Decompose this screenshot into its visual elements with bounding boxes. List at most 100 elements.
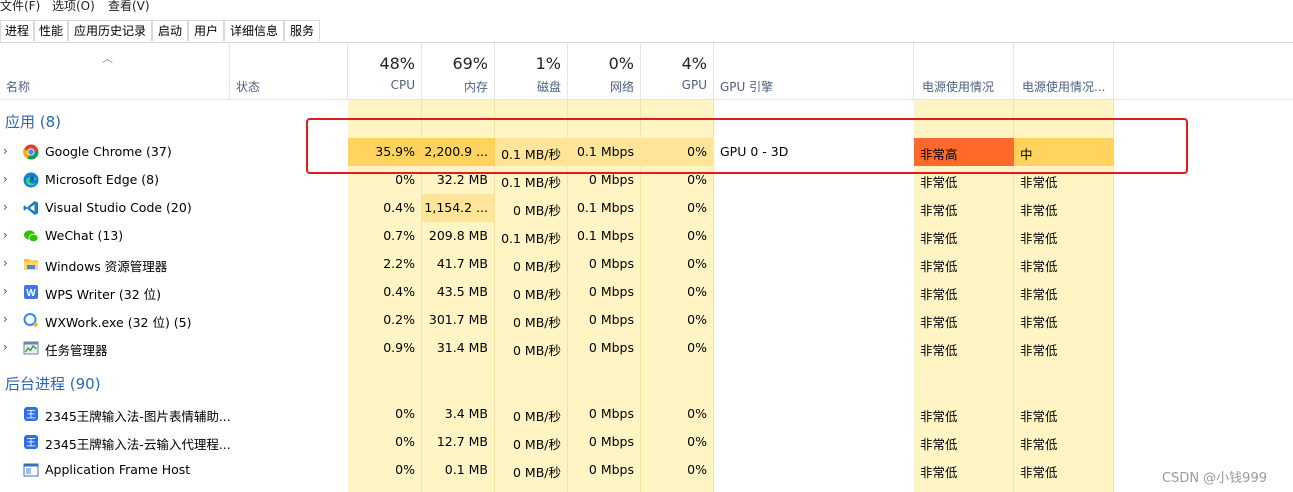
memory-value: 1,154.2 ... xyxy=(424,200,488,215)
header-network-label: 网络 xyxy=(609,80,634,94)
memory-value: 12.7 MB xyxy=(436,434,488,449)
network-total-percent: 0% xyxy=(608,54,634,73)
chevron-right-icon[interactable]: › xyxy=(3,284,8,298)
chevron-right-icon[interactable]: › xyxy=(3,312,8,326)
header-gpu-engine[interactable]: GPU 引擎 xyxy=(714,42,914,100)
disk-value: 0 MB/秒 xyxy=(513,203,561,218)
network-value: 0 Mbps xyxy=(588,312,634,327)
chevron-right-icon[interactable]: › xyxy=(3,228,8,242)
header-disk-label: 磁盘 xyxy=(536,80,561,94)
background-process-row[interactable]: 王 2345王牌输入法-图片表情辅助... 0% 3.4 MB 0 MB/秒 0 Mbps… xyxy=(0,400,1293,428)
highlight-annotation xyxy=(306,118,1188,174)
section-background: 后台进程 (90) xyxy=(5,375,101,393)
header-power-trend-label: 电源使用情况... xyxy=(1022,80,1106,94)
power-usage-value: 非常低 xyxy=(920,259,958,274)
wxwork-icon xyxy=(23,312,39,328)
power-usage-value: 非常低 xyxy=(920,315,958,330)
cpu-value: 0.4% xyxy=(383,200,415,215)
power-usage-value: 非常低 xyxy=(920,437,958,452)
svg-text:王: 王 xyxy=(26,438,36,449)
header-name[interactable]: 名称 xyxy=(0,42,230,100)
menu-bar: 文件(F) 选项(O) 查看(V) xyxy=(0,0,1293,13)
power-usage-value: 非常低 xyxy=(920,343,958,358)
cpu-value: 0.7% xyxy=(383,228,415,243)
header-disk[interactable]: 1% 磁盘 xyxy=(495,42,568,100)
memory-value: 41.7 MB xyxy=(436,256,488,271)
chevron-right-icon[interactable]: › xyxy=(3,256,8,270)
cpu-value: 0% xyxy=(395,406,415,421)
cpu-value: 0% xyxy=(395,434,415,449)
disk-value: 0 MB/秒 xyxy=(513,259,561,274)
disk-value: 0 MB/秒 xyxy=(513,287,561,302)
menu-options[interactable]: 选项(O) xyxy=(52,0,95,13)
explorer-icon xyxy=(23,256,39,272)
menu-view[interactable]: 查看(V) xyxy=(108,0,150,13)
process-name: Application Frame Host xyxy=(45,462,191,477)
chevron-right-icon[interactable]: › xyxy=(3,144,8,158)
header-memory[interactable]: 69% 内存 xyxy=(422,42,495,100)
app-frame-host-icon xyxy=(23,462,39,478)
process-name: Microsoft Edge (8) xyxy=(45,172,159,187)
header-power[interactable]: 电源使用情况 xyxy=(914,42,1014,100)
power-usage-value: 非常低 xyxy=(920,203,958,218)
tab-details[interactable]: 详细信息 xyxy=(224,20,284,41)
header-gpu-engine-label: GPU 引擎 xyxy=(720,80,774,94)
network-value: 0.1 Mbps xyxy=(576,200,634,215)
app-row[interactable]: › 任务管理器 0.9% 31.4 MB 0 MB/秒 0 Mbps 0% 非常低 非常低 xyxy=(0,334,1293,362)
header-network[interactable]: 0% 网络 xyxy=(568,42,641,100)
wechat-icon xyxy=(23,228,39,244)
tab-performance[interactable]: 性能 xyxy=(34,20,68,41)
tab-services[interactable]: 服务 xyxy=(284,20,320,41)
gpu-value: 0% xyxy=(687,340,707,355)
header-status[interactable]: 状态 xyxy=(230,42,348,100)
network-value: 0 Mbps xyxy=(588,434,634,449)
header-gpu[interactable]: 4% GPU xyxy=(641,42,714,100)
app-row[interactable]: › Visual Studio Code (20) 0.4% 1,154.2 ... 0… xyxy=(0,194,1293,222)
power-trend-value: 非常低 xyxy=(1020,287,1058,302)
process-name: 2345王牌输入法-图片表情辅助... xyxy=(45,409,231,424)
cpu-value: 0% xyxy=(395,172,415,187)
ime-2345-icon: 王 xyxy=(23,434,39,450)
process-name: 2345王牌输入法-云输入代理程... xyxy=(45,437,231,452)
wps-writer-icon: W xyxy=(23,284,39,300)
memory-value: 32.2 MB xyxy=(436,172,488,187)
process-name: 任务管理器 xyxy=(45,343,108,358)
background-process-row[interactable]: Application Frame Host 0% 0.1 MB 0 MB/秒 0 Mb… xyxy=(0,456,1293,484)
gpu-value: 0% xyxy=(687,172,707,187)
network-value: 0 Mbps xyxy=(588,172,634,187)
app-row[interactable]: › WXWork.exe (32 位) (5) 0.2% 301.7 MB 0 MB/秒… xyxy=(0,306,1293,334)
header-power-trend[interactable]: 电源使用情况... xyxy=(1014,42,1114,100)
tab-app-history[interactable]: 应用历史记录 xyxy=(68,20,152,41)
power-usage-value: 非常低 xyxy=(920,465,958,480)
disk-value: 0 MB/秒 xyxy=(513,315,561,330)
power-trend-value: 非常低 xyxy=(1020,175,1058,190)
network-value: 0 Mbps xyxy=(588,256,634,271)
chevron-right-icon[interactable]: › xyxy=(3,200,8,214)
tab-processes[interactable]: 进程 xyxy=(0,20,34,42)
gpu-value: 0% xyxy=(687,256,707,271)
network-value: 0 Mbps xyxy=(588,406,634,421)
app-row[interactable]: › W WPS Writer (32 位) 0.4% 43.5 MB 0 MB/秒 0 Mb… xyxy=(0,278,1293,306)
memory-value: 209.8 MB xyxy=(428,228,488,243)
menu-file[interactable]: 文件(F) xyxy=(0,0,40,13)
section-apps: 应用 (8) xyxy=(5,113,62,131)
memory-value: 301.7 MB xyxy=(428,312,488,327)
tab-users[interactable]: 用户 xyxy=(188,20,224,41)
header-power-label: 电源使用情况 xyxy=(922,80,995,94)
power-usage-value: 非常低 xyxy=(920,409,958,424)
power-trend-value: 非常低 xyxy=(1020,259,1058,274)
gpu-value: 0% xyxy=(687,462,707,477)
background-process-row[interactable]: 王 2345王牌输入法-云输入代理程... 0% 12.7 MB 0 MB/秒 0 Mbp… xyxy=(0,428,1293,456)
chevron-right-icon[interactable]: › xyxy=(3,340,8,354)
app-row[interactable]: › WeChat (13) 0.7% 209.8 MB 0.1 MB/秒 0.1 Mbps… xyxy=(0,222,1293,250)
power-usage-value: 非常低 xyxy=(920,175,958,190)
memory-value: 3.4 MB xyxy=(444,406,488,421)
app-row[interactable]: › Windows 资源管理器 2.2% 41.7 MB 0 MB/秒 0 Mbps 0% 非… xyxy=(0,250,1293,278)
tab-startup[interactable]: 启动 xyxy=(152,20,188,41)
power-trend-value: 非常低 xyxy=(1020,315,1058,330)
network-value: 0 Mbps xyxy=(588,462,634,477)
header-cpu[interactable]: 48% CPU xyxy=(348,42,422,100)
process-name: WXWork.exe (32 位) (5) xyxy=(45,315,192,330)
chevron-right-icon[interactable]: › xyxy=(3,172,8,186)
chrome-icon xyxy=(23,144,39,160)
